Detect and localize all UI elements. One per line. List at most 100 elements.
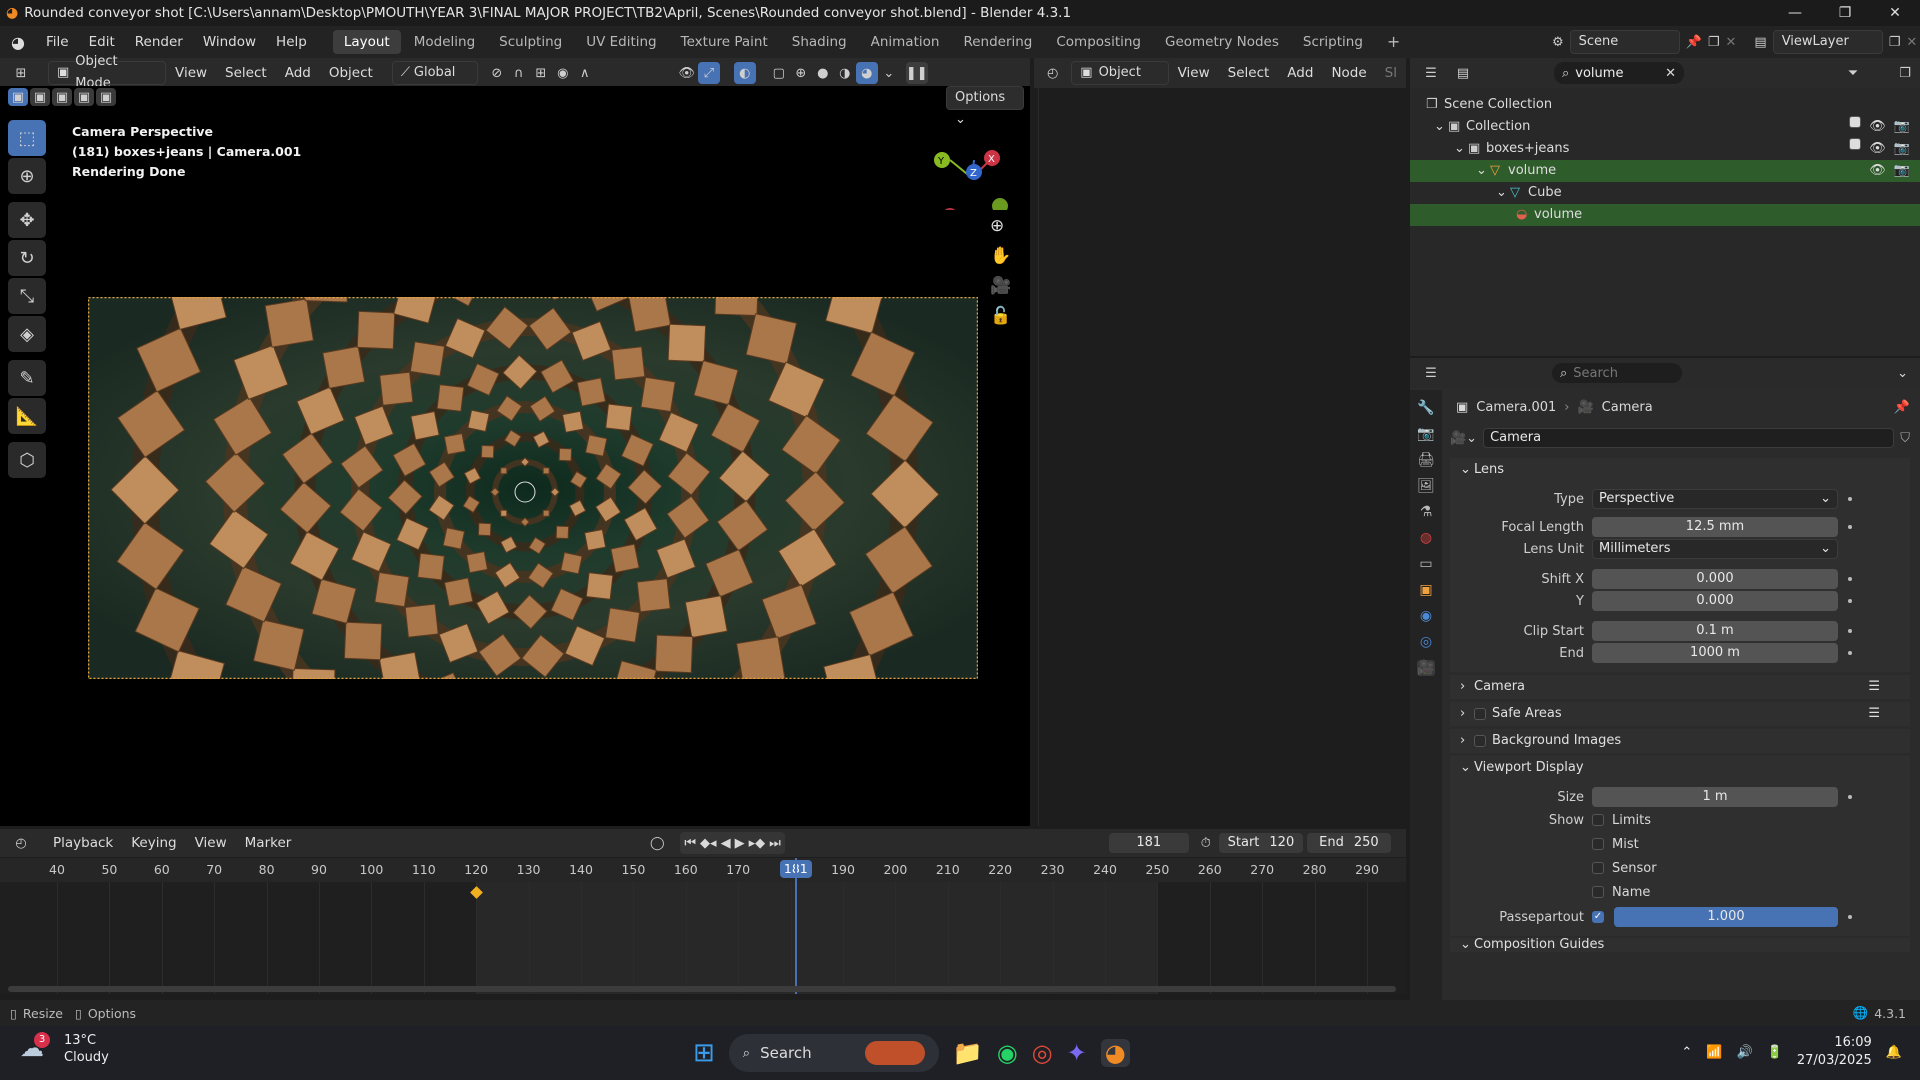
transform-tool-icon[interactable]: ◈ [8,316,46,352]
safe-areas-panel-header[interactable]: › Safe Areas ☰ [1450,702,1910,726]
battery-icon[interactable]: 🔋 [1767,1045,1783,1060]
xray-icon[interactable]: ▢ [768,62,790,84]
tab-uv-editing[interactable]: UV Editing [575,30,667,54]
animate-dot-icon[interactable] [1848,577,1852,581]
viewlayer-icon[interactable]: ▤ [1754,35,1766,50]
camera-datablock-name[interactable]: Camera [1483,428,1895,448]
add-workspace-icon[interactable]: + [1376,30,1411,54]
playhead-line[interactable] [794,858,797,994]
current-frame-field[interactable]: 181 [1108,833,1189,853]
preview-range-clock-icon[interactable]: ⏱ [1201,836,1211,851]
tab-rendering[interactable]: Rendering [952,30,1043,54]
scene-icon[interactable]: ⚙ [1552,35,1564,50]
chevron-up-icon[interactable]: ⌃ [1681,1045,1692,1060]
animate-dot-icon[interactable] [1848,915,1852,919]
rotate-tool-icon[interactable]: ↻ [8,240,46,276]
file-explorer-icon[interactable]: 📁 [953,1039,983,1067]
transform-orientation[interactable]: ⟋ Global [391,61,478,85]
properties-options-icon[interactable]: ⌄ [1897,366,1908,381]
expand-arrow-icon[interactable]: ⌄ [1454,138,1468,160]
presets-list-icon[interactable]: ☰ [1868,675,1880,699]
tab-compositing[interactable]: Compositing [1045,30,1152,54]
object-tab-icon[interactable]: ▣ [1419,582,1432,598]
outliner-row-cube-mesh[interactable]: ⌄ ▽ Cube [1410,182,1920,204]
focal-length-field[interactable]: 12.5 mm [1592,517,1838,537]
background-images-panel-header[interactable]: › Background Images [1450,729,1910,753]
scene-pin-icon[interactable]: 📌 [1686,35,1702,50]
copilot-icon[interactable]: ✦ [1067,1039,1087,1067]
notification-bell-icon[interactable]: 🔔 [1886,1045,1902,1060]
expand-arrow-icon[interactable]: ⌄ [1434,116,1448,138]
outliner-search-value[interactable]: volume [1575,66,1659,81]
tab-geometry-nodes[interactable]: Geometry Nodes [1154,30,1290,54]
properties-type-icon[interactable]: ☰ [1420,362,1442,384]
lens-panel-header[interactable]: ⌄ Lens [1450,458,1910,482]
pan-hand-icon[interactable]: ✋ [990,246,1011,266]
timeline-menu-view[interactable]: View [186,828,236,858]
filter-icon[interactable]: ⏷ [1842,62,1864,84]
scene-tab-icon[interactable]: ⚗ [1420,504,1433,520]
viewport-menu-add[interactable]: Add [276,58,320,88]
node-menu-truncated[interactable]: Sl [1376,58,1406,88]
outliner-row-boxes-jeans[interactable]: ⌄ ▣ boxes+jeans 👁 📷 [1410,138,1920,160]
tab-layout[interactable]: Layout [332,30,401,54]
menu-file[interactable]: File [36,26,79,58]
start-frame-field[interactable]: Start 120 [1218,833,1303,853]
outliner-type-icon[interactable]: ☰ [1420,62,1442,84]
show-sensor-checkbox[interactable] [1592,862,1604,874]
shading-solid-icon[interactable]: ● [812,62,834,84]
auto-keying-icon[interactable]: ◯ [646,832,668,854]
viewport-menu-view[interactable]: View [166,58,216,88]
passepartout-checkbox[interactable]: ✓ [1592,911,1604,923]
viewlayer-selector[interactable]: ViewLayer [1772,30,1883,54]
visibility-eye-icon[interactable]: 👁 [1869,116,1886,138]
scene-selector[interactable]: Scene [1569,30,1680,54]
outliner-row-volume-object[interactable]: ⌄ ▽ volume 👁 📷 [1410,160,1920,182]
node-editor-canvas[interactable] [1034,88,1406,826]
render-camera-icon[interactable]: 📷 [1894,138,1910,160]
viewport-display-panel-header[interactable]: ⌄ Viewport Display [1450,756,1910,780]
timeline-menu-playback[interactable]: Playback [44,828,122,858]
select-invert-icon[interactable]: ▣ [74,88,94,106]
tab-animation[interactable]: Animation [860,30,951,54]
viewport-menu-select[interactable]: Select [216,58,276,88]
outliner-row-scene-collection[interactable]: ❒ Scene Collection [1410,94,1920,116]
gizmo-toggle-icon[interactable]: ⤢ [697,62,720,84]
windows-start-icon[interactable]: ⊞ [693,1038,715,1068]
annotate-tool-icon[interactable]: ✎ [8,360,46,396]
exclude-checkbox[interactable] [1849,138,1862,150]
jump-end-icon[interactable]: ⏭ [769,836,781,851]
fake-user-shield-icon[interactable]: ⛉ [1900,431,1910,446]
prev-keyframe-icon[interactable]: ◆◂ [700,836,717,851]
tab-texture-paint[interactable]: Texture Paint [670,30,779,54]
show-limits-checkbox[interactable] [1592,814,1604,826]
render-camera-icon[interactable]: 📷 [1894,160,1910,182]
clip-end-field[interactable]: 1000 m [1592,643,1838,663]
maximize-button[interactable]: ❐ [1820,0,1870,26]
animate-dot-icon[interactable] [1848,525,1852,529]
play-icon[interactable]: ▶ [735,836,745,851]
volume-icon[interactable]: 🔊 [1737,1045,1753,1060]
close-button[interactable]: ✕ [1870,0,1920,26]
timeline-type-icon[interactable]: ◴ [10,832,32,854]
overlay-toggle-icon[interactable]: ◐ [733,62,756,84]
background-images-checkbox[interactable] [1474,735,1486,747]
display-mode-icon[interactable]: ▤ [1452,62,1474,84]
falloff-icon[interactable]: ∧ [574,62,596,84]
node-menu-view[interactable]: View [1169,58,1219,88]
constraints-tab-icon[interactable]: ◉ [1420,608,1432,624]
clock-date[interactable]: 27/03/2025 [1797,1052,1872,1070]
scale-tool-icon[interactable]: ⤡ [8,278,46,314]
gizmo-neg-x[interactable] [942,208,958,210]
show-mist-checkbox[interactable] [1592,838,1604,850]
lens-type-dropdown[interactable]: Perspective ⌄ [1592,489,1838,509]
timeline-ruler[interactable]: 4050607080901001101201301401501601701801… [0,858,1406,882]
whatsapp-icon[interactable]: ◉ [997,1039,1018,1067]
shading-options-icon[interactable]: ⌄ [878,62,900,84]
pivot-icon[interactable]: ⊘ [486,62,508,84]
select-intersect-icon[interactable]: ▣ [96,88,116,106]
timeline-area[interactable] [0,858,1406,994]
blender-taskbar-icon[interactable]: ◕ [1100,1039,1130,1067]
animate-dot-icon[interactable] [1848,599,1852,603]
measure-tool-icon[interactable]: 📐 [8,398,46,434]
